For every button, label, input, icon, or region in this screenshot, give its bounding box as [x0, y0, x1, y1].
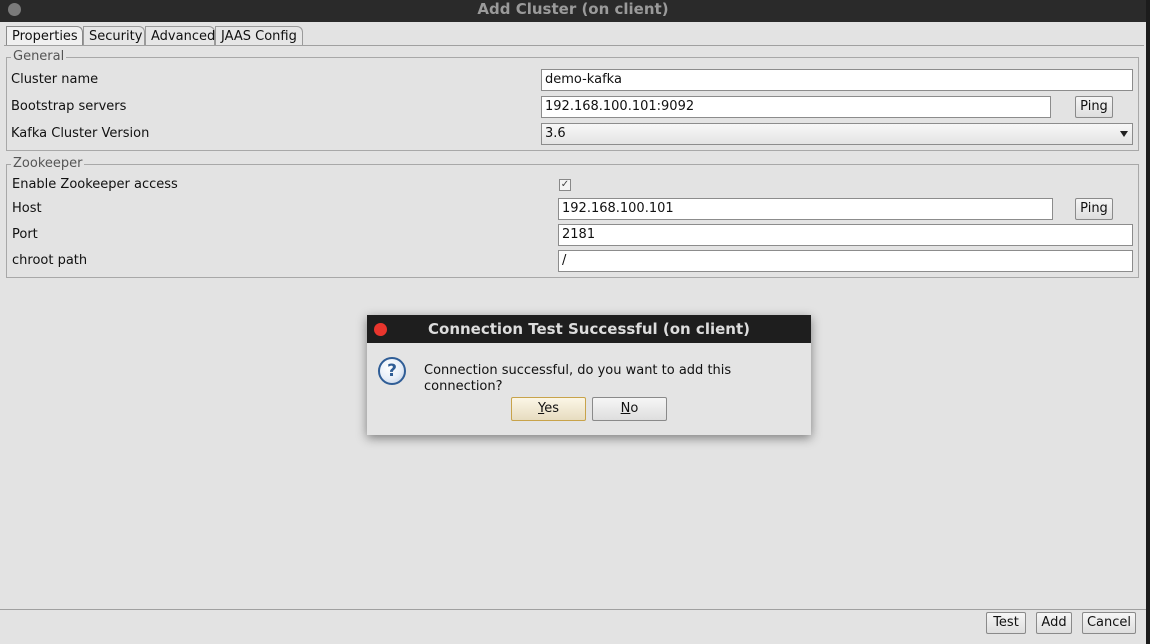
tab-jaas-config[interactable]: JAAS Config [215, 26, 303, 45]
cancel-button[interactable]: Cancel [1082, 612, 1136, 634]
test-button[interactable]: Test [986, 612, 1026, 634]
dialog-titlebar: Connection Test Successful (on client) [367, 315, 811, 343]
chroot-path-input[interactable]: / [558, 250, 1133, 272]
close-icon[interactable] [374, 323, 387, 336]
zookeeper-legend: Zookeeper [11, 156, 85, 172]
kafka-version-select[interactable]: 3.6 [541, 123, 1133, 145]
enable-zookeeper-label: Enable Zookeeper access [12, 177, 178, 192]
window-title: Add Cluster (on client) [477, 0, 669, 18]
window-menu-icon[interactable] [8, 3, 21, 16]
window-titlebar: Add Cluster (on client) [0, 0, 1146, 22]
dialog-title: Connection Test Successful (on client) [428, 320, 750, 338]
bootstrap-servers-input[interactable]: 192.168.100.101:9092 [541, 96, 1051, 118]
zookeeper-port-input[interactable]: 2181 [558, 224, 1133, 246]
chevron-down-icon [1120, 131, 1128, 137]
cluster-name-label: Cluster name [11, 72, 99, 87]
chroot-path-label: chroot path [12, 253, 88, 268]
zookeeper-port-label: Port [12, 227, 38, 242]
yes-button[interactable]: Yes [511, 397, 586, 421]
no-button[interactable]: No [592, 397, 667, 421]
cluster-name-input[interactable]: demo-kafka [541, 69, 1133, 91]
zookeeper-host-input[interactable]: 192.168.100.101 [558, 198, 1053, 220]
question-icon: ? [378, 357, 406, 385]
zookeeper-ping-button[interactable]: Ping [1075, 198, 1113, 220]
yes-label-rest: es [544, 401, 559, 416]
kafka-version-value: 3.6 [545, 126, 566, 141]
dialog-message: Connection successful, do you want to ad… [424, 363, 732, 394]
tab-divider [4, 45, 1144, 46]
kafka-version-label: Kafka Cluster Version [11, 126, 150, 141]
bootstrap-servers-label: Bootstrap servers [11, 99, 127, 114]
general-legend: General [11, 49, 67, 65]
footer-divider [0, 609, 1146, 610]
window-border [1146, 0, 1150, 644]
no-label-rest: o [630, 401, 639, 416]
zookeeper-host-label: Host [12, 201, 42, 216]
tab-properties[interactable]: Properties [6, 26, 83, 46]
enable-zookeeper-checkbox[interactable]: ✓ [559, 179, 571, 191]
no-mnemonic: N [620, 401, 631, 416]
connection-test-dialog: Connection Test Successful (on client) ?… [367, 315, 811, 435]
tab-advanced[interactable]: Advanced [145, 26, 215, 45]
tab-security[interactable]: Security [83, 26, 145, 45]
bootstrap-ping-button[interactable]: Ping [1075, 96, 1113, 118]
add-button[interactable]: Add [1036, 612, 1072, 634]
